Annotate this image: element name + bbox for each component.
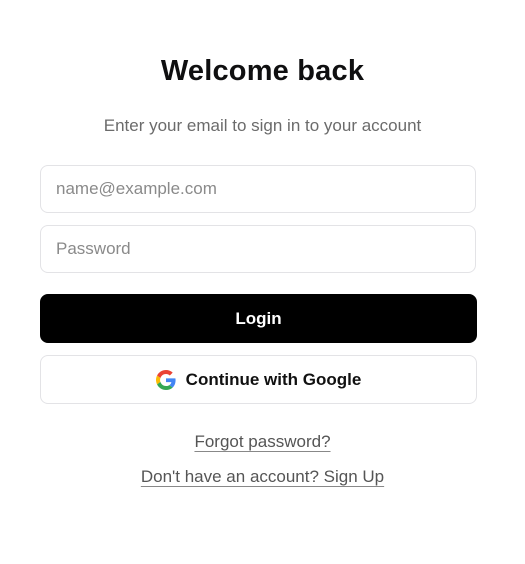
google-login-label: Continue with Google [185,369,362,389]
login-button[interactable]: Login [40,294,477,343]
login-card: Welcome back Enter your email to sign in… [0,0,525,564]
signup-link[interactable]: Don't have an account? Sign Up [141,467,384,486]
forgot-password-row: Forgot password? [0,432,525,452]
page-subtitle: Enter your email to sign in to your acco… [103,116,422,135]
google-logo-icon [155,369,176,390]
signup-row: Don't have an account? Sign Up [0,467,525,487]
google-login-button[interactable]: Continue with Google [40,355,477,404]
email-field[interactable] [40,165,476,213]
forgot-password-link[interactable]: Forgot password? [194,432,330,451]
password-field[interactable] [40,225,476,273]
page-title: Welcome back [160,55,365,87]
login-button-label: Login [235,308,282,328]
